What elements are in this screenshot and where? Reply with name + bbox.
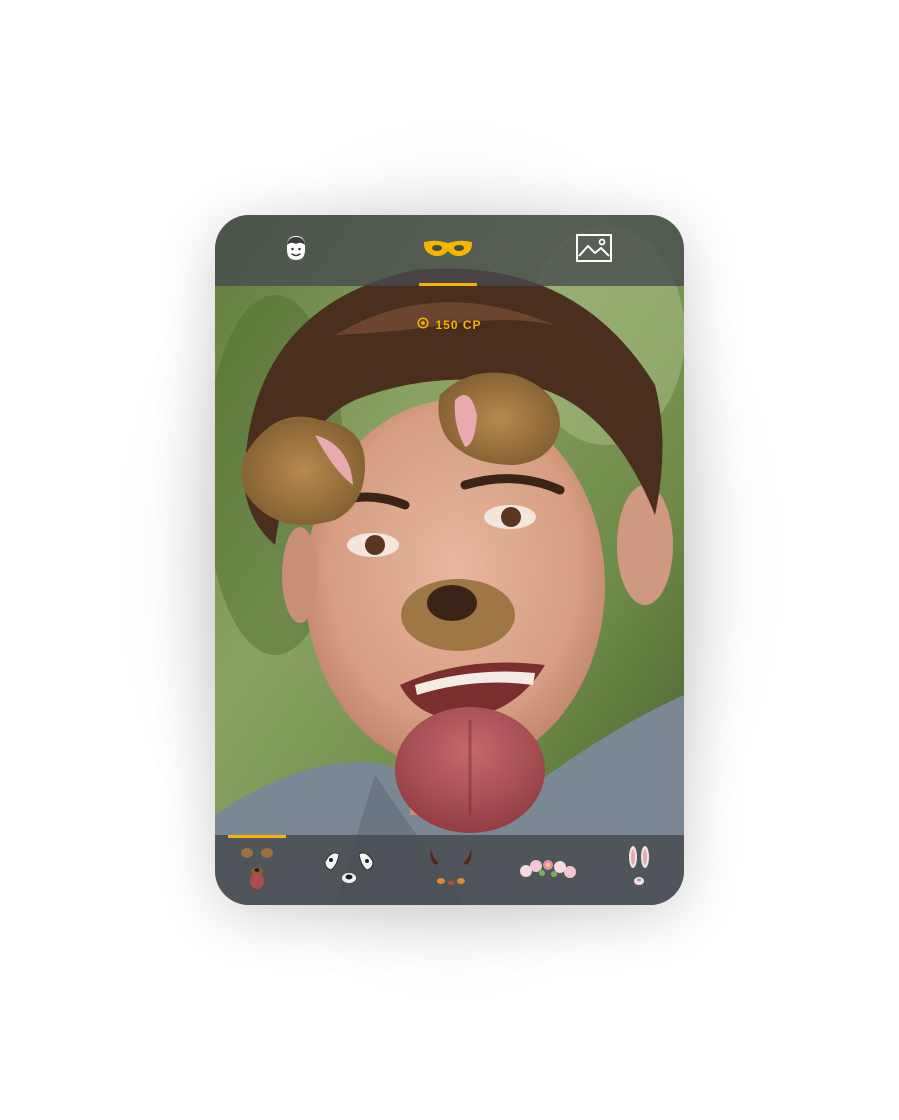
face-icon [285,235,307,266]
selected-tab-indicator [419,283,477,286]
dog-filter-icon [237,843,277,898]
mask-icon [423,238,473,263]
dalmatian-filter-icon [321,848,377,893]
flower-crown-filter-icon [518,853,578,888]
tab-masks[interactable] [398,215,498,286]
filter-dog[interactable] [217,835,297,905]
credits-display: 150 CP [215,317,684,332]
filter-flower-crown[interactable] [508,835,588,905]
filter-devil[interactable] [411,835,491,905]
tab-gallery[interactable] [544,215,644,286]
devil-filter-icon [423,845,479,896]
tab-face[interactable] [246,215,346,286]
filter-dalmatian[interactable] [309,835,389,905]
filter-bar [215,835,684,905]
coin-icon [417,317,430,332]
credits-label: 150 CP [435,317,482,332]
mode-tab-bar [215,215,684,286]
filter-bunny[interactable] [599,835,679,905]
image-icon [576,234,612,267]
bunny-filter-icon [624,845,654,896]
camera-screen: 150 CP [215,215,684,905]
